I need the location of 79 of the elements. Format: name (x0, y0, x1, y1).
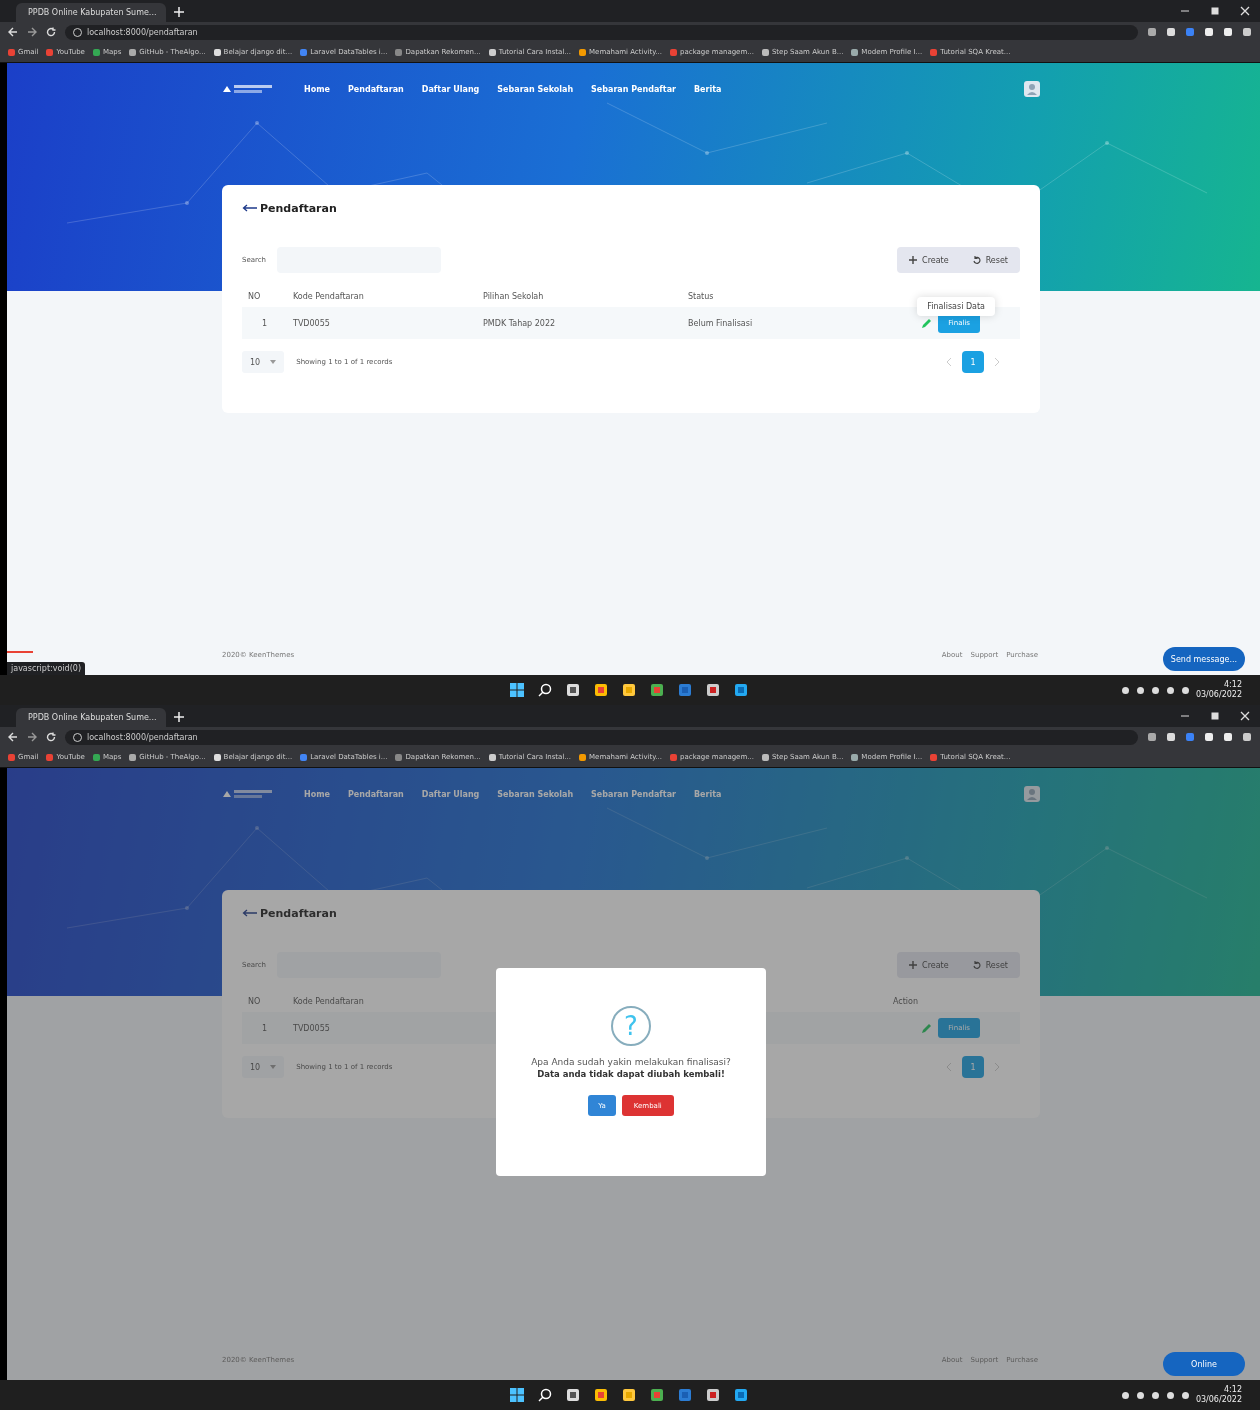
chat-button[interactable]: Send message... (1163, 647, 1245, 671)
app-icon[interactable] (734, 1388, 748, 1402)
reset-button[interactable]: Reset (960, 247, 1020, 273)
logo-icon[interactable] (222, 788, 274, 800)
app-icon[interactable] (650, 1388, 664, 1402)
back-icon[interactable] (8, 27, 18, 37)
table-cell: TVD0055 (293, 318, 330, 328)
app-icon[interactable] (622, 683, 636, 697)
plus-icon (909, 961, 918, 969)
app-icon[interactable] (594, 683, 608, 697)
windows-icon[interactable] (510, 683, 524, 697)
search-icon[interactable] (538, 683, 552, 697)
forward-icon[interactable] (27, 27, 37, 37)
back-arrow-icon[interactable] (242, 204, 258, 212)
app-icon[interactable] (566, 683, 580, 697)
reload-icon[interactable] (46, 27, 56, 37)
question-icon: ? (611, 1006, 651, 1046)
address-bar[interactable]: localhost:8000/pendaftaran (65, 729, 1138, 745)
column-header: Status (688, 291, 714, 301)
column-header: Pilihan Sekolah (483, 291, 544, 301)
column-header: NO (248, 996, 261, 1006)
windows-icon[interactable] (510, 1388, 524, 1402)
maximize-icon[interactable] (1210, 6, 1220, 16)
nav-link[interactable]: Daftar Ulang (421, 84, 480, 94)
app-icon[interactable] (622, 1388, 636, 1402)
nav-link[interactable]: Pendaftaran (347, 84, 404, 94)
close-icon[interactable] (1240, 711, 1250, 721)
browser-tab[interactable]: PPDB Online Kabupaten Sume... (16, 3, 166, 22)
column-header: Kode Pendaftaran (293, 291, 364, 301)
card-title: Pendaftaran (260, 906, 337, 920)
reset-icon (972, 961, 981, 969)
tooltip: Finalisasi Data (917, 297, 995, 316)
reload-icon[interactable] (46, 732, 56, 742)
nav-link[interactable]: Sebaran Sekolah (497, 84, 574, 94)
page-size-select[interactable]: 10 (242, 1056, 285, 1078)
column-header: NO (248, 291, 261, 301)
table-cell: TVD0055 (293, 1023, 330, 1033)
reset-button[interactable]: Reset (960, 952, 1020, 978)
logo-icon[interactable] (222, 83, 274, 95)
back-icon[interactable] (8, 732, 18, 742)
system-clock[interactable]: 4:12 03/06/2022 (1195, 1385, 1242, 1405)
plus-icon (909, 256, 918, 264)
close-icon[interactable] (1240, 6, 1250, 16)
system-clock[interactable]: 4:12 03/06/2022 (1195, 680, 1242, 700)
browser-tab[interactable]: PPDB Online Kabupaten Sume... (16, 708, 166, 727)
reset-icon (972, 256, 981, 264)
page-size-select[interactable]: 10 (242, 351, 285, 373)
new-tab-icon[interactable] (174, 7, 184, 17)
create-button[interactable]: Create (897, 952, 961, 978)
app-icon[interactable] (734, 683, 748, 697)
back-arrow-icon[interactable] (242, 909, 258, 917)
create-button[interactable]: Create (897, 247, 961, 273)
address-bar[interactable]: localhost:8000/pendaftaran (65, 24, 1138, 40)
new-tab-icon[interactable] (174, 712, 184, 722)
forward-icon[interactable] (27, 732, 37, 742)
nav-link[interactable]: Home (304, 789, 330, 799)
status-url: javascript:void(0) (7, 662, 85, 675)
app-icon[interactable] (706, 1388, 720, 1402)
column-header: Action (893, 996, 919, 1006)
table-cell: 1 (262, 318, 268, 328)
app-icon[interactable] (566, 1388, 580, 1402)
nav-link[interactable]: Berita (694, 84, 722, 94)
column-header: Kode Pendaftaran (293, 996, 364, 1006)
dialog-warning: Data anda tidak dapat diubah kembali! (537, 1068, 725, 1080)
app-icon[interactable] (650, 683, 664, 697)
table-cell: PMDK Tahap 2022 (483, 318, 556, 328)
table-cell: 1 (262, 1023, 268, 1033)
chat-button[interactable]: Online (1163, 1352, 1245, 1376)
table-cell: Belum Finalisasi (688, 318, 753, 328)
card-title: Pendaftaran (260, 201, 337, 215)
caret-icon (270, 1065, 277, 1069)
app-icon[interactable] (594, 1388, 608, 1402)
nav-link[interactable]: Home (304, 84, 330, 94)
dialog-message: Apa Anda sudah yakin melakukan finalisasi? (531, 1056, 731, 1068)
search-icon[interactable] (538, 1388, 552, 1402)
nav-link[interactable]: Sebaran Pendaftar (591, 84, 676, 94)
caret-icon (270, 360, 277, 364)
app-icon[interactable] (706, 683, 720, 697)
maximize-icon[interactable] (1210, 711, 1220, 721)
